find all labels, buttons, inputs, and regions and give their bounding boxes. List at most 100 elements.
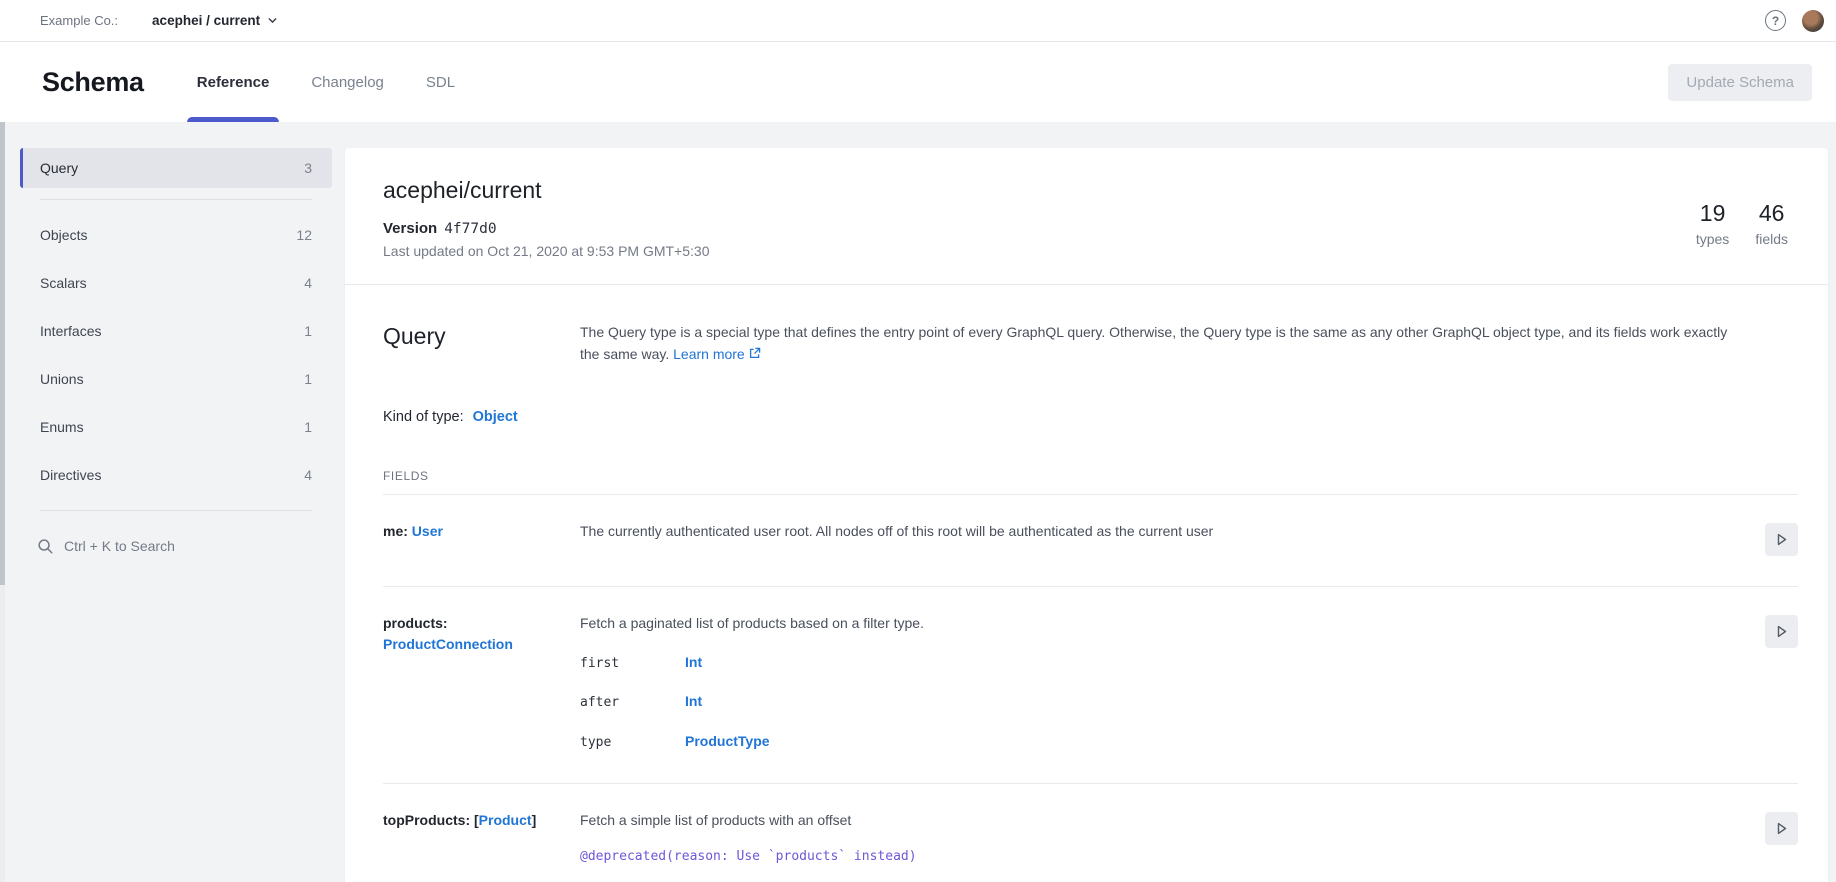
kind-value-link[interactable]: Object: [473, 409, 518, 425]
run-in-explorer-button[interactable]: [1765, 615, 1798, 648]
learn-more-label: Learn more: [673, 346, 745, 362]
field-type-link[interactable]: Product: [479, 812, 532, 828]
sidebar-item-query[interactable]: Query 3: [20, 148, 332, 188]
version-value: 4f77d0: [444, 221, 496, 237]
field-body: Fetch a paginated list of products based…: [580, 613, 1700, 753]
field-description: Fetch a simple list of products with an …: [580, 810, 1700, 830]
field-body: Fetch a simple list of products with an …: [580, 810, 1700, 882]
chevron-down-icon: [267, 15, 278, 26]
field-row-topproducts: topProducts: [Product] Fetch a simple li…: [383, 783, 1798, 882]
type-title: Query: [383, 323, 568, 350]
graph-title: acephei/current: [383, 177, 1790, 204]
page-title: Schema: [42, 67, 144, 98]
type-description: The Query type is a special type that de…: [580, 321, 1740, 365]
sidebar-item-count: 1: [304, 371, 312, 387]
schema-search-trigger[interactable]: Ctrl + K to Search: [20, 522, 332, 570]
sidebar-divider: [40, 199, 312, 200]
stat-label: types: [1696, 231, 1729, 247]
sidebar-item-label: Unions: [40, 371, 84, 387]
stat-label: fields: [1755, 231, 1788, 247]
stat-value: 46: [1755, 200, 1788, 227]
graph-selector-dropdown[interactable]: acephei / current: [152, 13, 278, 28]
argument-row: first Int: [580, 652, 1700, 674]
play-icon: [1772, 530, 1791, 549]
learn-more-link[interactable]: Learn more: [673, 346, 761, 362]
version-label: Version: [383, 220, 437, 237]
help-icon[interactable]: ?: [1765, 10, 1786, 31]
sidebar-divider: [40, 510, 312, 511]
argument-row: after Int: [580, 691, 1700, 713]
field-description: The currently authenticated user root. A…: [580, 521, 1700, 541]
sidebar-item-count: 1: [304, 419, 312, 435]
page-header: Schema Reference Changelog SDL Update Sc…: [0, 42, 1836, 122]
field-type-link[interactable]: ProductConnection: [383, 636, 513, 652]
fields-section-header: FIELDS: [383, 469, 1798, 495]
sidebar-item-enums[interactable]: Enums 1: [20, 403, 332, 451]
kind-of-type-line: Kind of type: Object: [383, 409, 1798, 425]
sidebar-item-count: 12: [296, 227, 312, 243]
tab-sdl[interactable]: SDL: [422, 42, 459, 122]
field-row-products: products: ProductConnection Fetch a pagi…: [383, 586, 1798, 783]
content-area: Query 3 Objects 12 Scalars 4 Interfaces …: [0, 122, 1836, 882]
argument-name: first: [580, 655, 685, 674]
org-label: Example Co.:: [40, 13, 118, 28]
sidebar-item-count: 4: [304, 467, 312, 483]
sidebar-item-label: Objects: [40, 227, 87, 243]
run-in-explorer-button[interactable]: [1765, 812, 1798, 845]
schema-card-header: acephei/current Version 4f77d0 Last updat…: [345, 148, 1828, 285]
type-bracket-close: ]: [532, 812, 537, 828]
last-updated: Last updated on Oct 21, 2020 at 9:53 PM …: [383, 243, 1790, 259]
sidebar-item-label: Query: [40, 160, 78, 176]
graph-selector-label: acephei / current: [152, 13, 260, 28]
argument-type-link[interactable]: ProductType: [685, 731, 770, 751]
sidebar-item-interfaces[interactable]: Interfaces 1: [20, 307, 332, 355]
tab-bar: Reference Changelog SDL: [176, 42, 476, 122]
version-line: Version 4f77d0: [383, 220, 1790, 237]
sidebar-item-objects[interactable]: Objects 12: [20, 211, 332, 259]
type-sidebar: Query 3 Objects 12 Scalars 4 Interfaces …: [20, 148, 332, 570]
update-schema-button[interactable]: Update Schema: [1668, 64, 1812, 101]
field-name: topProducts: [Product]: [383, 810, 580, 830]
search-hint: Ctrl + K to Search: [64, 538, 175, 554]
left-scrollbar-thumb[interactable]: [0, 55, 5, 585]
tab-reference[interactable]: Reference: [193, 42, 274, 122]
field-name-text: topProducts:: [383, 812, 470, 828]
avatar[interactable]: [1802, 10, 1824, 32]
top-bar: Example Co.: acephei / current ?: [0, 0, 1836, 42]
sidebar-item-count: 4: [304, 275, 312, 291]
sidebar-item-label: Enums: [40, 419, 84, 435]
type-title-column: Query: [383, 321, 580, 350]
argument-name: type: [580, 734, 685, 753]
play-icon: [1772, 622, 1791, 641]
app-window: Example Co.: acephei / current ? Schema …: [0, 0, 1836, 882]
type-header-row: Query The Query type is a special type t…: [383, 321, 1798, 365]
sidebar-item-label: Scalars: [40, 275, 87, 291]
sidebar-item-scalars[interactable]: Scalars 4: [20, 259, 332, 307]
sidebar-item-label: Directives: [40, 467, 101, 483]
play-icon: [1772, 819, 1791, 838]
deprecated-annotation: @deprecated(reason: Use `products` inste…: [580, 848, 1700, 867]
sidebar-item-count: 1: [304, 323, 312, 339]
schema-stats: 19 types 46 fields: [1696, 200, 1788, 247]
field-description: Fetch a paginated list of products based…: [580, 613, 1700, 633]
stat-fields: 46 fields: [1755, 200, 1788, 247]
field-name-text: products:: [383, 615, 448, 631]
kind-label: Kind of type:: [383, 409, 464, 425]
left-scrollbar-track[interactable]: [0, 42, 5, 882]
field-type-link[interactable]: User: [412, 523, 443, 539]
sidebar-item-label: Interfaces: [40, 323, 101, 339]
field-body: The currently authenticated user root. A…: [580, 521, 1700, 541]
argument-type-link[interactable]: Int: [685, 691, 702, 711]
sidebar-item-unions[interactable]: Unions 1: [20, 355, 332, 403]
argument-type-link[interactable]: Int: [685, 652, 702, 672]
run-in-explorer-button[interactable]: [1765, 523, 1798, 556]
sidebar-item-directives[interactable]: Directives 4: [20, 451, 332, 499]
type-section-query: Query The Query type is a special type t…: [345, 285, 1828, 882]
tab-changelog[interactable]: Changelog: [307, 42, 388, 122]
stat-value: 19: [1696, 200, 1729, 227]
field-name: me: User: [383, 521, 580, 541]
argument-row: type ProductType: [580, 731, 1700, 753]
external-link-icon: [749, 343, 761, 365]
stat-types: 19 types: [1696, 200, 1729, 247]
topbar-right-group: ?: [1765, 10, 1824, 32]
